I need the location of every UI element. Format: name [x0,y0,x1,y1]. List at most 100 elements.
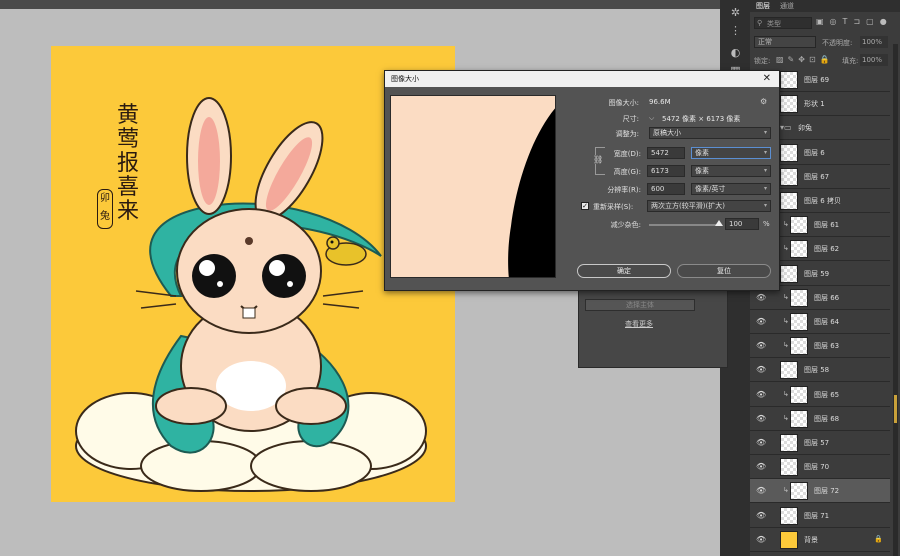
chevron-down-icon: ▾ [763,167,767,174]
blend-mode-select[interactable]: 正常 [754,36,816,48]
layer-row[interactable]: 👁 图层 57 [750,431,890,455]
clipping-mask-icon: ↳ [783,220,789,229]
layer-name: 卯兔 [798,124,812,133]
opacity-field[interactable]: 100% [860,36,888,48]
reduce-noise-unit: % [763,220,770,228]
visibility-eye-icon[interactable]: 👁 [756,486,766,495]
reduce-noise-slider-handle[interactable] [715,220,723,226]
width-unit-value: 像素 [695,149,709,157]
color-icon[interactable]: ◐ [729,46,742,59]
opacity-label: 不透明度: [822,39,853,47]
lock-icons[interactable]: ▨✎✥⊡🔒 [776,55,834,64]
visibility-eye-icon[interactable]: 👁 [756,462,766,471]
settings-gear-icon[interactable]: ⚙ [760,97,767,106]
layer-row[interactable]: 👁 ↳ 图层 63 [750,334,890,359]
fit-to-value: 原稿大小 [653,129,681,137]
ok-button[interactable]: 确定 [577,264,671,278]
visibility-eye-icon[interactable]: 👁 [756,438,766,447]
layer-thumbnail [780,264,798,283]
clipping-mask-icon: ↳ [783,413,789,422]
layer-thumbnail [790,482,808,501]
close-icon[interactable]: ✕ [763,71,771,87]
resolution-unit-value: 像素/英寸 [695,185,726,193]
image-size-dialog: 图像大小 ✕ 图像大小: 96.6M ⚙ 尺寸: ⌵ 5472 像素 × 617… [384,70,780,291]
fill-field[interactable]: 100% [860,54,888,66]
clipping-mask-icon: ↳ [783,486,789,495]
height-unit-value: 像素 [695,167,709,175]
image-preview[interactable] [390,95,556,278]
artwork-vertical-text: 黄莺报喜来 [117,103,140,224]
layer-row[interactable]: 👁 图层 58 [750,358,890,383]
layer-thumbnail [790,337,808,356]
preview-crop [508,108,555,277]
layer-row[interactable]: 👁 图层 70 [750,455,890,480]
layer-row[interactable]: 👁 图层 71 [750,504,890,528]
reduce-noise-slider[interactable] [649,224,719,226]
reset-button[interactable]: 复位 [677,264,771,278]
clipping-mask-icon: ↳ [783,317,789,325]
width-input[interactable]: 5472 [647,147,685,159]
tab-layers[interactable]: 图层 [756,1,770,11]
tab-channels[interactable]: 通道 [780,1,794,11]
layer-row[interactable]: 👁 ↳ 图层 68 [750,407,890,431]
see-more-link[interactable]: 查看更多 [625,319,653,329]
layer-name: 形状 1 [804,100,825,109]
resample-checkbox[interactable]: ✓ [581,202,589,210]
visibility-eye-icon[interactable]: 👁 [756,535,766,544]
resample-select[interactable]: 两次立方(较平滑)(扩大) ▾ [647,200,771,212]
folder-icon[interactable]: ▾▭ [780,123,792,132]
navigator-icon[interactable]: ✲ [729,6,742,19]
height-unit-select[interactable]: 像素 ▾ [691,165,771,177]
select-subject-button[interactable]: 选择主体 [585,299,695,311]
image-size-value: 96.6M [649,98,671,106]
visibility-eye-icon[interactable]: 👁 [756,365,766,374]
layer-name: 图层 58 [804,366,830,375]
layer-name: 图层 64 [814,318,840,326]
layer-name: 图层 57 [804,439,830,447]
width-label: 宽度(D): [613,150,641,158]
reduce-noise-label: 减少杂色: [610,221,641,229]
artwork-seal: 卯兔 [97,189,113,229]
layers-scrollbar[interactable] [893,44,898,556]
layer-name: 图层 6 拷贝 [804,197,841,205]
layer-row[interactable]: 👁 ↳ 图层 65 [750,383,890,407]
visibility-eye-icon[interactable]: 👁 [756,293,766,302]
resolution-unit-select[interactable]: 像素/英寸 ▾ [691,183,771,195]
info-icon[interactable]: ⋮ [729,24,742,37]
width-unit-select[interactable]: 像素 ▾ [691,147,771,159]
properties-panel-behind: 选择主体 查看更多 [578,290,728,368]
height-label: 高度(G): [613,168,641,176]
resolution-label: 分辨率(R): [607,186,641,194]
layer-name: 图层 67 [804,172,830,181]
resolution-input[interactable]: 600 [647,183,685,195]
layer-thumbnail [780,167,798,186]
layer-thumbnail [780,458,798,477]
visibility-eye-icon[interactable]: 👁 [756,317,766,326]
dialog-title: 图像大小 [385,71,779,87]
lock-icon: 🔒 [874,534,883,543]
layer-row[interactable]: 👁 ↳ 图层 72 [750,479,890,504]
layer-row[interactable]: 👁 背景 🔒 [750,528,890,552]
height-input[interactable]: 6173 [647,165,685,177]
visibility-eye-icon[interactable]: 👁 [756,414,766,423]
layer-filter-icons[interactable]: ▣◎T⊐▢● [816,17,893,26]
lock-label: 锁定: [754,57,771,65]
chevron-down-icon: ▾ [763,202,767,209]
layers-scrollbar-thumb[interactable] [894,395,897,423]
layer-name: 图层 68 [814,414,840,423]
dimensions-label: 尺寸: [622,115,639,123]
visibility-eye-icon[interactable]: 👁 [756,390,766,399]
layer-thumbnail [780,143,798,162]
chevron-down-icon: ▾ [763,149,767,156]
layer-name: 图层 71 [804,511,830,520]
resample-label: 重新采样(S): [593,203,634,211]
layer-filter-input[interactable]: ⚲ 类型 [754,17,812,29]
layer-name: 图层 61 [814,221,840,230]
visibility-eye-icon[interactable]: 👁 [756,511,766,520]
chevron-down-icon[interactable]: ⌵ [649,114,654,123]
resample-value: 两次立方(较平滑)(扩大) [651,202,725,210]
fit-to-select[interactable]: 原稿大小 ▾ [649,127,771,139]
reduce-noise-input[interactable]: 100 [725,218,759,230]
layer-row[interactable]: 👁 ↳ 图层 64 [750,310,890,334]
visibility-eye-icon[interactable]: 👁 [756,341,766,350]
